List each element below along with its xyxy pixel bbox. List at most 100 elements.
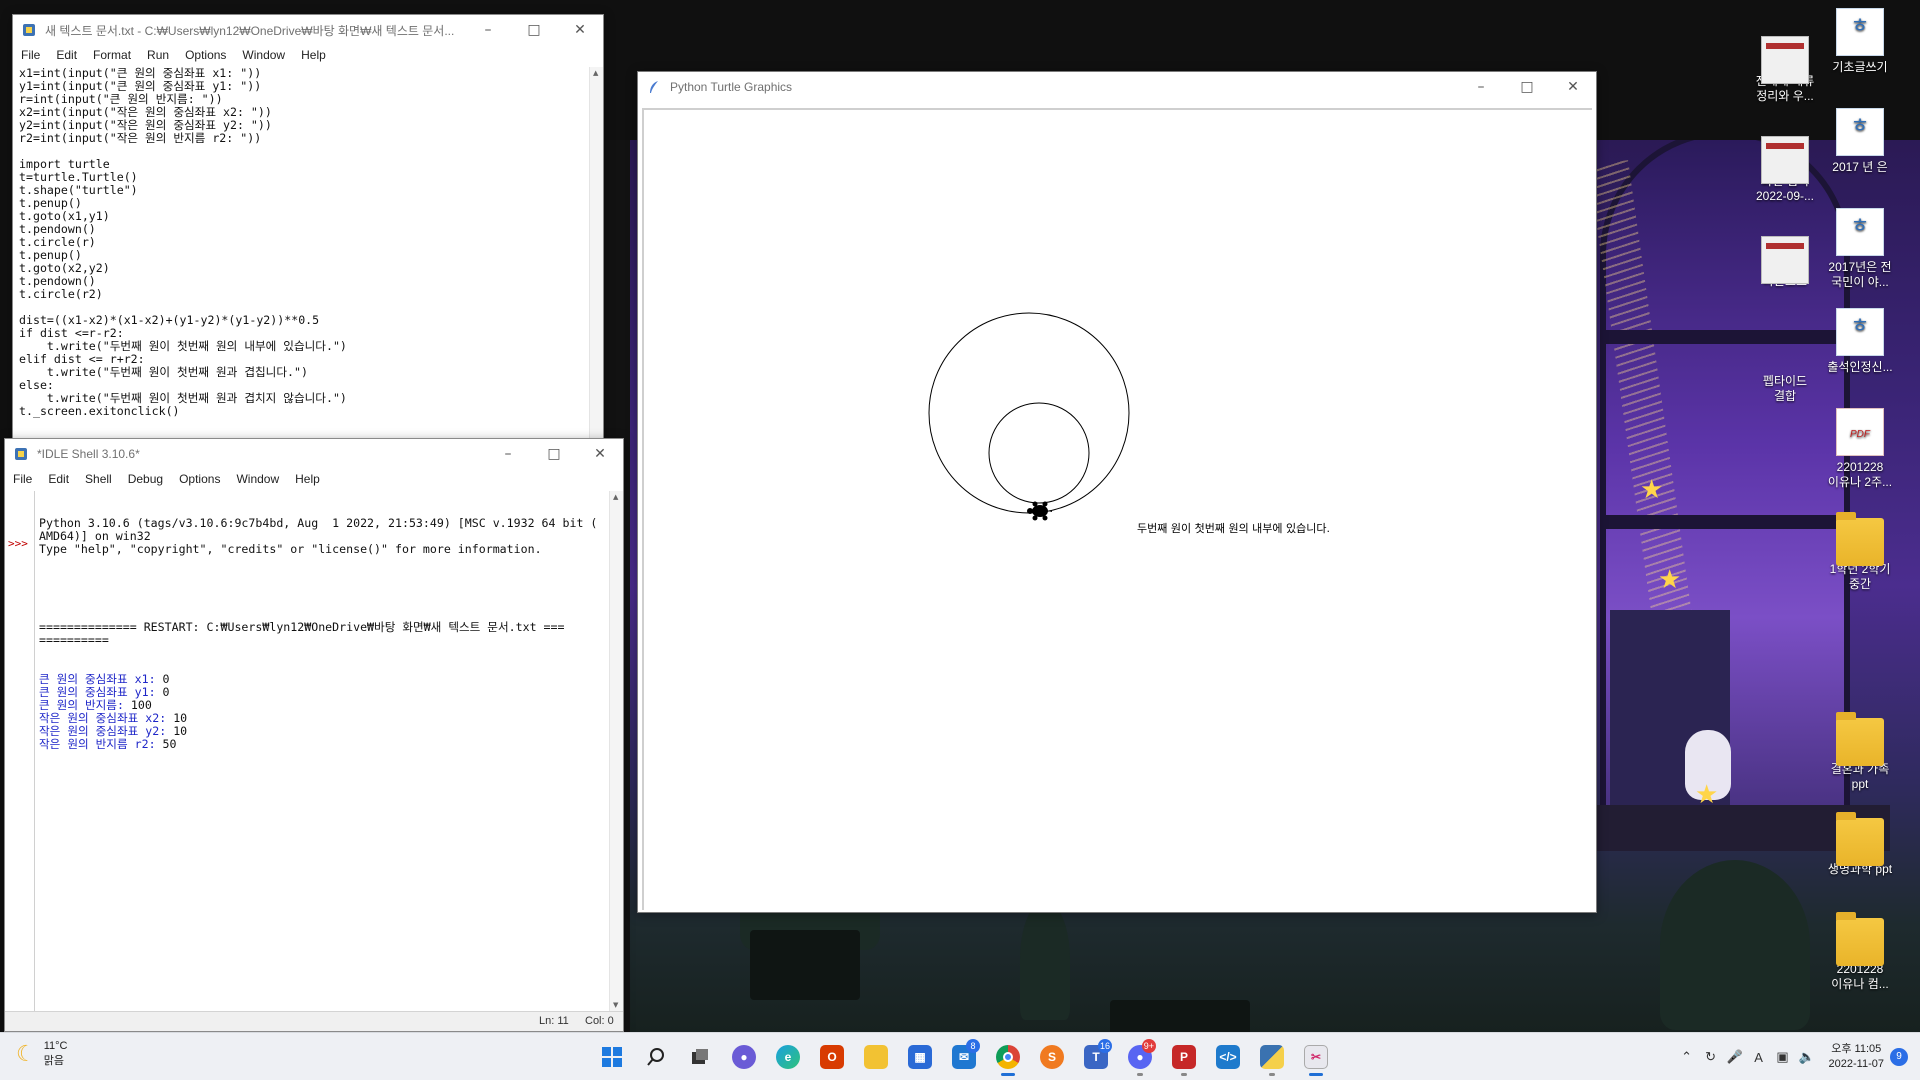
turtle-titlebar[interactable]: Python Turtle Graphics – □ ✕ bbox=[638, 72, 1596, 102]
hwp-document-icon bbox=[1836, 208, 1884, 256]
minimize-icon[interactable]: – bbox=[1458, 72, 1504, 102]
edge-icon: e bbox=[776, 1045, 800, 1069]
menu-edit[interactable]: Edit bbox=[48, 48, 85, 62]
store-button[interactable]: ▦ bbox=[898, 1037, 942, 1077]
desktop-icon[interactable]: 화면 캡처 2022-09-... bbox=[1743, 122, 1827, 204]
desktop-icon[interactable]: 2017 년 은 bbox=[1818, 108, 1902, 175]
shell-scrollbar[interactable]: ▲ ▼ bbox=[609, 491, 623, 1011]
shell-output[interactable]: Python 3.10.6 (tags/v3.10.6:9c7b4bd, Aug… bbox=[39, 491, 609, 1011]
desktop-icon[interactable]: 펩타이드 결합 bbox=[1743, 322, 1827, 404]
menu-debug[interactable]: Debug bbox=[120, 472, 171, 486]
close-icon[interactable]: ✕ bbox=[1550, 72, 1596, 102]
code-editor[interactable]: x1=int(input("큰 원의 중심좌표 x1: ")) y1=int(i… bbox=[19, 67, 589, 445]
office-button[interactable]: O bbox=[810, 1037, 854, 1077]
menu-options[interactable]: Options bbox=[171, 472, 228, 486]
minimize-icon[interactable]: – bbox=[465, 15, 511, 45]
task-view-button[interactable] bbox=[678, 1037, 722, 1077]
clock-date: 2022-11-07 bbox=[1828, 1058, 1884, 1070]
desktop-icon[interactable]: 기초글쓰기 bbox=[1818, 8, 1902, 75]
shell-input-value: 0 bbox=[162, 672, 170, 686]
menu-shell[interactable]: Shell bbox=[77, 472, 120, 486]
mail-badge: 8 bbox=[966, 1039, 980, 1053]
python-icon bbox=[1260, 1045, 1284, 1069]
desktop-icon[interactable]: 결혼과 가족 ppt bbox=[1818, 710, 1902, 792]
shell-window: *IDLE Shell 3.10.6* – □ ✕ File Edit Shel… bbox=[4, 438, 624, 1032]
desktop-icon[interactable]: 2201228 이유나 컴... bbox=[1818, 910, 1902, 992]
desktop-icon[interactable]: 생명과학 ppt bbox=[1818, 810, 1902, 877]
notification-badge[interactable]: 9 bbox=[1890, 1048, 1908, 1066]
scroll-down-icon[interactable]: ▼ bbox=[613, 1001, 618, 1009]
weather-widget[interactable]: ☾ 11°C 맑음 bbox=[16, 1039, 68, 1069]
menu-options[interactable]: Options bbox=[177, 48, 234, 62]
shell-input-value: 10 bbox=[173, 724, 188, 738]
menu-window[interactable]: Window bbox=[228, 472, 287, 486]
weather-desc: 맑음 bbox=[43, 1055, 64, 1067]
taskbar: ☾ 11°C 맑음 ● e O ▦ ✉ 8 S T 16 ● 9+ P </> … bbox=[0, 1032, 1920, 1080]
file-explorer-button[interactable] bbox=[854, 1037, 898, 1077]
menu-file[interactable]: File bbox=[5, 472, 40, 486]
turtle-canvas[interactable]: 두번째 원이 첫번째 원의 내부에 있습니다. bbox=[642, 108, 1592, 910]
snipping-tool-button[interactable]: ✂ bbox=[1294, 1037, 1338, 1077]
shell-input-prompt: 작은 원의 중심좌표 x2: bbox=[39, 711, 174, 725]
menu-window[interactable]: Window bbox=[234, 48, 293, 62]
menu-help[interactable]: Help bbox=[293, 48, 334, 62]
menu-run[interactable]: Run bbox=[139, 48, 177, 62]
python-button[interactable] bbox=[1250, 1037, 1294, 1077]
network-icon[interactable]: ▣ bbox=[1771, 1049, 1795, 1065]
close-icon[interactable]: ✕ bbox=[557, 15, 603, 45]
chrome-button[interactable] bbox=[986, 1037, 1030, 1077]
chevron-up-icon[interactable]: ⌃ bbox=[1675, 1049, 1699, 1065]
ime-indicator[interactable]: A bbox=[1747, 1050, 1771, 1065]
scroll-up-icon[interactable]: ▲ bbox=[593, 69, 598, 77]
teams-button[interactable]: T 16 bbox=[1074, 1037, 1118, 1077]
feather-icon bbox=[646, 79, 662, 95]
maximize-icon[interactable]: □ bbox=[511, 15, 557, 45]
image-file-icon bbox=[1761, 236, 1809, 284]
teams-badge: 16 bbox=[1097, 1039, 1112, 1053]
office-icon: O bbox=[820, 1045, 844, 1069]
menu-help[interactable]: Help bbox=[287, 472, 328, 486]
teams-chat-button[interactable]: ● bbox=[722, 1037, 766, 1077]
menu-file[interactable]: File bbox=[13, 48, 48, 62]
scroll-up-icon[interactable]: ▲ bbox=[613, 493, 618, 501]
maximize-icon[interactable]: □ bbox=[531, 439, 577, 469]
shell-titlebar[interactable]: *IDLE Shell 3.10.6* – □ ✕ bbox=[5, 439, 623, 469]
minimize-icon[interactable]: – bbox=[485, 439, 531, 469]
microphone-icon[interactable]: 🎤 bbox=[1723, 1049, 1747, 1065]
folder-icon bbox=[1836, 512, 1884, 566]
maximize-icon[interactable]: □ bbox=[1504, 72, 1550, 102]
image-file-icon bbox=[1761, 36, 1809, 84]
folder-icon bbox=[864, 1045, 888, 1069]
clock-time: 오후 11:05 bbox=[1831, 1043, 1882, 1055]
editor-titlebar[interactable]: 새 텍스트 문서.txt - C:₩Users₩lyn12₩OneDrive₩바… bbox=[13, 15, 603, 45]
pdf-reader-button[interactable]: P bbox=[1162, 1037, 1206, 1077]
moon-icon: ☾ bbox=[16, 1041, 36, 1066]
large-circle bbox=[928, 312, 1130, 514]
menu-format[interactable]: Format bbox=[85, 48, 139, 62]
vscode-button[interactable]: </> bbox=[1206, 1037, 1250, 1077]
close-icon[interactable]: ✕ bbox=[577, 439, 623, 469]
editor-scrollbar[interactable]: ▲ bbox=[589, 67, 603, 445]
volume-icon[interactable]: 🔈 bbox=[1795, 1049, 1819, 1065]
desktop-icon[interactable]: 다운로드 bbox=[1743, 222, 1827, 289]
sync-icon[interactable]: ↻ bbox=[1699, 1049, 1723, 1065]
desktop-icon[interactable]: 2201228 이유나 2주... bbox=[1818, 408, 1902, 490]
shell-input-value: 50 bbox=[162, 737, 177, 751]
search-button[interactable] bbox=[634, 1037, 678, 1077]
menu-edit[interactable]: Edit bbox=[40, 472, 77, 486]
shell-title: *IDLE Shell 3.10.6* bbox=[37, 447, 140, 461]
swing-browser-button[interactable]: S bbox=[1030, 1037, 1074, 1077]
clock[interactable]: 오후 11:05 2022-11-07 bbox=[1829, 1042, 1884, 1072]
start-button[interactable] bbox=[590, 1037, 634, 1077]
pdf-icon: P bbox=[1172, 1045, 1196, 1069]
mail-button[interactable]: ✉ 8 bbox=[942, 1037, 986, 1077]
desktop-icon[interactable]: 전세계 해류 정리와 우... bbox=[1743, 22, 1827, 104]
desktop-icon[interactable]: 1학년 2학기 중간 bbox=[1818, 510, 1902, 592]
wallpaper-plant bbox=[1660, 860, 1810, 1030]
wallpaper-cactus bbox=[1020, 900, 1070, 1020]
desktop-icon[interactable]: 2017년은 전 국민이 야... bbox=[1818, 208, 1902, 290]
desktop-icon[interactable]: 출석인정신... bbox=[1818, 308, 1902, 375]
discord-button[interactable]: ● 9+ bbox=[1118, 1037, 1162, 1077]
desktop-icon-label: 2017년은 전 국민이 야... bbox=[1828, 260, 1892, 289]
edge-button[interactable]: e bbox=[766, 1037, 810, 1077]
